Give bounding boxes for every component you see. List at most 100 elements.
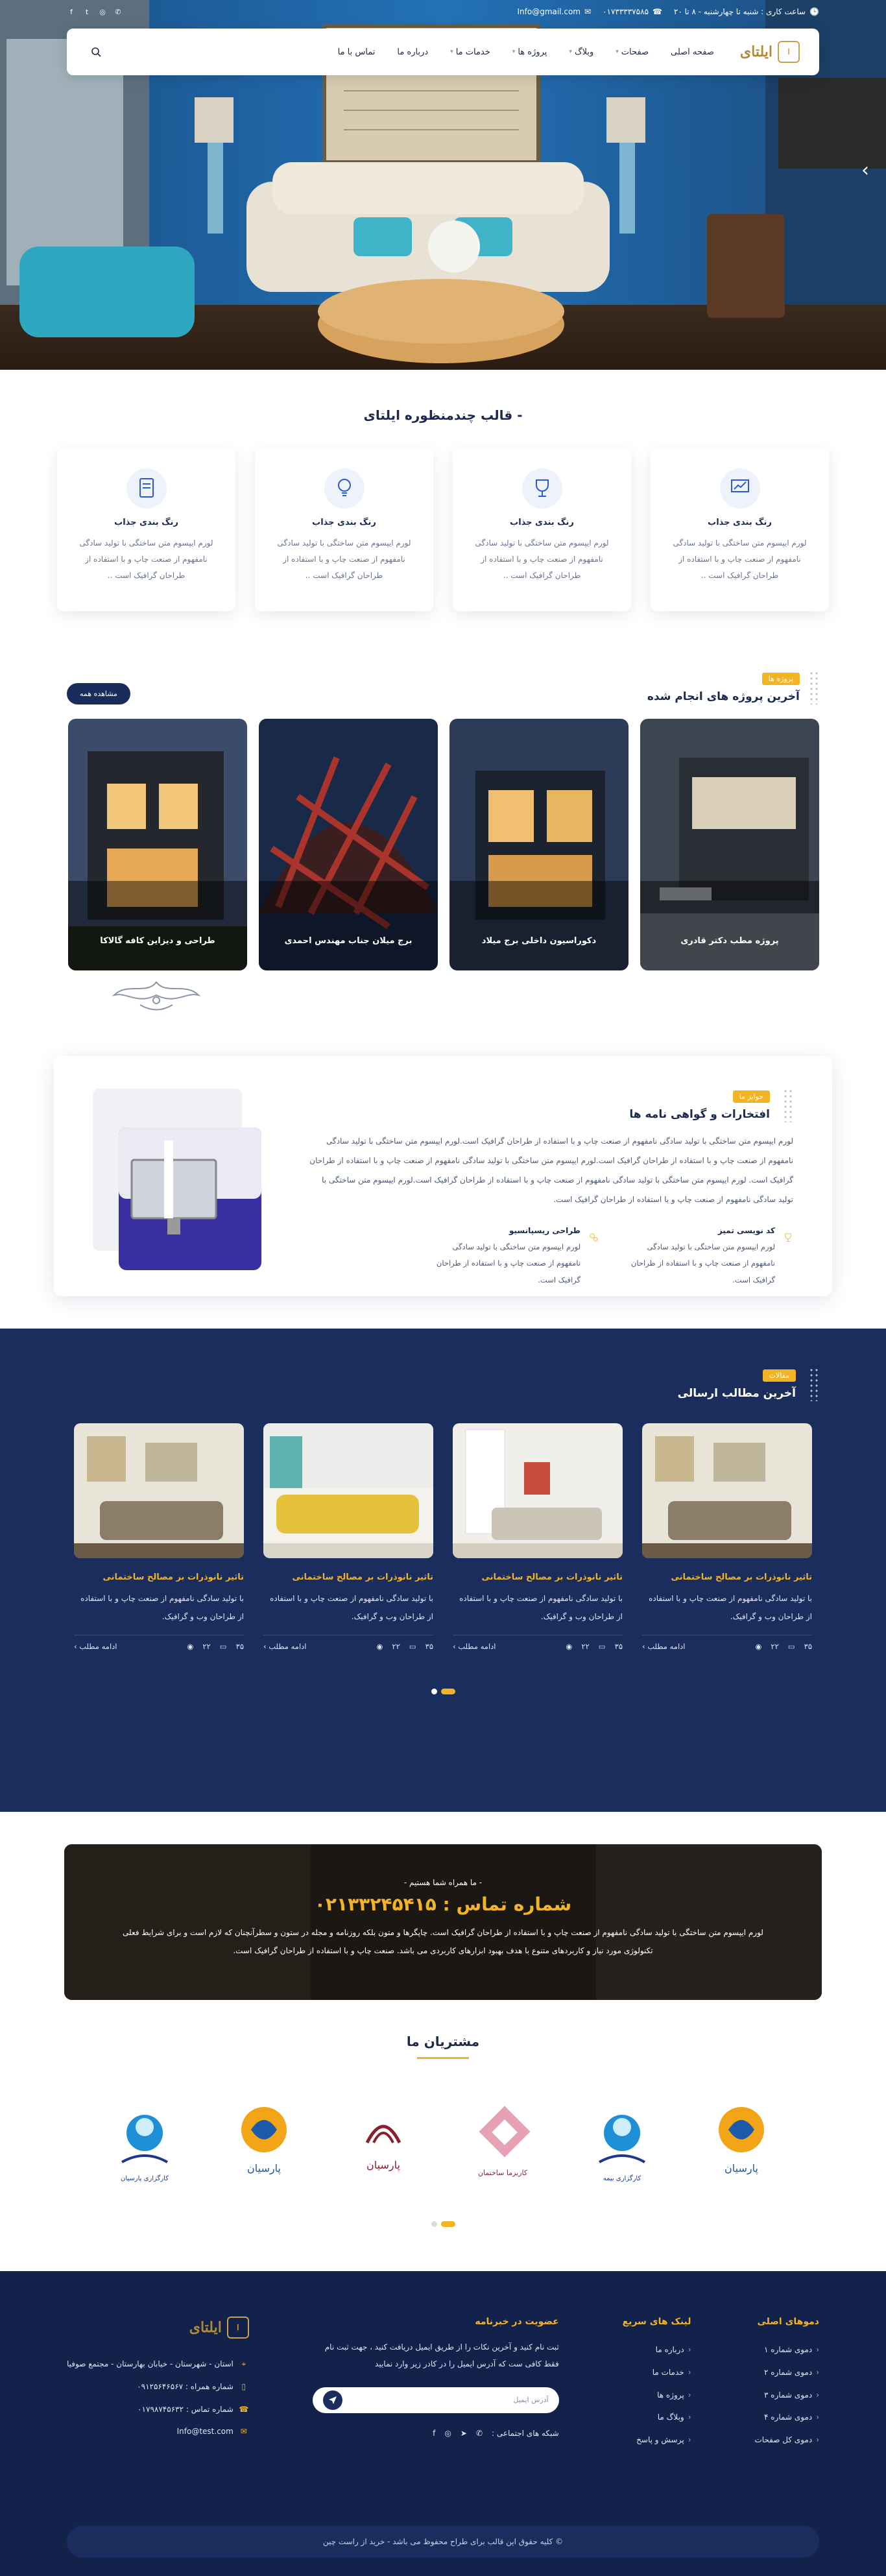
post-title[interactable]: تاثیر نانوذرات بر مصالح ساختمانی bbox=[263, 1572, 433, 1582]
post-thumbnail bbox=[74, 1423, 244, 1558]
read-more-link[interactable]: ادامه مطلب › bbox=[453, 1642, 496, 1651]
whatsapp-icon[interactable]: ✆ bbox=[114, 7, 123, 16]
chevron-down-icon: ▾ bbox=[512, 49, 516, 55]
logo-mark: ا bbox=[778, 41, 800, 63]
blog-post-card[interactable]: تاثیر نانوذرات بر مصالح ساختمانی با تولی… bbox=[263, 1423, 433, 1651]
feature-text: لورم ایپسوم متن ساختگی با تولید سادگی نا… bbox=[79, 538, 213, 581]
client-logo[interactable]: کاریزما ساختمان bbox=[457, 2101, 548, 2191]
client-logo[interactable]: پارسیان bbox=[338, 2101, 429, 2191]
pager-dot[interactable] bbox=[431, 2221, 437, 2227]
footer-quick-link[interactable]: خدمات ما bbox=[623, 2361, 691, 2384]
top-bar: 🕒 ساعت کاری : شنبه تا چهارشنبه - ۸ تا ۲۰… bbox=[0, 0, 886, 23]
telegram-icon[interactable]: ➤ bbox=[461, 2429, 467, 2438]
svg-text:پارسیان: پارسیان bbox=[724, 2162, 758, 2175]
footer-demo-link[interactable]: دموی شماره ۲ bbox=[754, 2361, 819, 2384]
read-more-label: ادامه مطلب bbox=[458, 1642, 496, 1652]
footer-demo-link[interactable]: دموی شماره ۳ bbox=[754, 2384, 819, 2407]
instagram-icon[interactable]: ◎ bbox=[98, 7, 107, 16]
search-button[interactable] bbox=[86, 42, 106, 62]
post-excerpt: با تولید سادگی نامفهوم از صنعت چاپ و با … bbox=[270, 1594, 433, 1621]
footer-demo-link[interactable]: دموی شماره ۱ bbox=[754, 2339, 819, 2361]
mail-icon: ✉ bbox=[584, 7, 592, 16]
nav-item[interactable]: وبلاگ ▾ bbox=[569, 47, 593, 57]
instagram-icon[interactable]: ◎ bbox=[444, 2429, 451, 2438]
contact-cta: - ما همراه شما هستیم - شماره تماس : ۰۲۱۳… bbox=[64, 1844, 822, 2000]
cta-phone[interactable]: شماره تماس : ۰۲۱۳۳۲۴۵۴۱۵ bbox=[64, 1894, 822, 1915]
footer-quick-link[interactable]: پروژه ها bbox=[623, 2384, 691, 2407]
mail-icon: ✉ bbox=[240, 2427, 247, 2437]
footer-main-demos-title: دموهای اصلی bbox=[757, 2317, 819, 2327]
svg-text:کارگزاری پارسیان: کارگزاری پارسیان bbox=[121, 2174, 169, 2182]
facebook-icon[interactable]: f bbox=[433, 2429, 435, 2438]
footer-quick-links-title: لینک های سریع bbox=[622, 2317, 691, 2327]
footer-quick-link[interactable]: پرسش و پاسخ bbox=[623, 2429, 691, 2451]
blog-post-card[interactable]: تاثیر نانوذرات بر مصالح ساختمانی با تولی… bbox=[74, 1423, 244, 1651]
title-underline bbox=[417, 2057, 469, 2059]
nav-item-label: وبلاگ bbox=[574, 47, 594, 57]
pager-dot-active[interactable] bbox=[440, 1689, 455, 1695]
project-card[interactable]: طراحی و دیزاین کافه گالاکا bbox=[68, 719, 247, 970]
pager-dot[interactable] bbox=[431, 1689, 437, 1695]
project-card[interactable]: دکوراسیون داخلی برج میلاد bbox=[449, 719, 629, 970]
client-logo[interactable]: پارسیان bbox=[696, 2101, 787, 2191]
pager-dot-active[interactable] bbox=[440, 2221, 455, 2227]
nav-item[interactable]: صفحات ▾ bbox=[616, 47, 649, 57]
link-label: دموی شماره ۱ bbox=[764, 2345, 813, 2354]
nav-item[interactable]: درباره ما bbox=[397, 47, 428, 57]
chevron-down-icon: ▾ bbox=[569, 49, 572, 55]
blog-post-card[interactable]: تاثیر نانوذرات بر مصالح ساختمانی با تولی… bbox=[642, 1423, 812, 1651]
project-card[interactable]: پروژه مطب دکتر قادری bbox=[640, 719, 819, 970]
feature-text: لورم ایپسوم متن ساختگی با تولید سادگی نا… bbox=[475, 538, 609, 581]
footer-phone[interactable]: شماره تماس : ۰۱۷۹۸۷۴۵۶۳۲ bbox=[138, 2398, 233, 2421]
newsletter-submit-button[interactable] bbox=[322, 2390, 342, 2410]
footer-mobile[interactable]: شماره همراه : ۰۹۱۲۵۶۴۶۵۶۷ bbox=[137, 2376, 233, 2398]
post-views: ۲۲ bbox=[202, 1642, 211, 1652]
footer-demo-link[interactable]: دموی کل صفحات bbox=[754, 2429, 819, 2451]
hero: 🕒 ساعت کاری : شنبه تا چهارشنبه - ۸ تا ۲۰… bbox=[0, 0, 886, 370]
client-logo[interactable]: کارگزاری پارسیان bbox=[99, 2101, 190, 2191]
link-label: وبلاگ ما bbox=[657, 2413, 684, 2422]
blog-post-card[interactable]: تاثیر نانوذرات بر مصالح ساختمانی با تولی… bbox=[453, 1423, 623, 1651]
facebook-icon[interactable]: f bbox=[67, 7, 76, 16]
read-more-link[interactable]: ادامه مطلب › bbox=[642, 1642, 685, 1651]
twitter-icon[interactable]: t bbox=[82, 7, 91, 16]
document-icon bbox=[126, 468, 167, 509]
footer-main-demos: دموهای اصلی دموی شماره ۱ دموی شماره ۲ دموی… bbox=[754, 2317, 819, 2451]
dots-decoration bbox=[809, 671, 819, 704]
logo-mark: ا bbox=[226, 2317, 249, 2339]
footer-logo[interactable]: ا ایلتای bbox=[67, 2317, 249, 2339]
footer-quick-link[interactable]: درباره ما bbox=[623, 2339, 691, 2361]
comments-icon: ▭ bbox=[598, 1642, 606, 1652]
nav-item[interactable]: صفحه اصلی bbox=[671, 47, 714, 57]
feature-card: رنگ بندی جذاب لورم ایپسوم متن ساختگی با … bbox=[453, 449, 631, 611]
view-all-button[interactable]: مشاهده همه bbox=[67, 683, 130, 704]
topbar-email[interactable]: ✉ Info@gmail.com bbox=[518, 7, 592, 16]
client-logo[interactable]: پارسیان bbox=[219, 2101, 309, 2191]
footer-demo-link[interactable]: دموی شماره ۴ bbox=[754, 2406, 819, 2429]
read-more-link[interactable]: ادامه مطلب › bbox=[263, 1642, 306, 1651]
project-card[interactable]: برج میلان جناب مهندس احمدی bbox=[259, 719, 438, 970]
nav-item[interactable]: پروژه ها ▾ bbox=[512, 47, 547, 57]
site-logo[interactable]: ا ایلتای bbox=[740, 41, 800, 63]
footer-quick-link[interactable]: وبلاگ ما bbox=[623, 2406, 691, 2429]
client-logo[interactable]: کارگزاری بیمه bbox=[577, 2101, 667, 2191]
post-title[interactable]: تاثیر نانوذرات بر مصالح ساختمانی bbox=[642, 1572, 812, 1582]
feature-title: رنگ بندی جذاب bbox=[510, 518, 574, 527]
post-title[interactable]: تاثیر نانوذرات بر مصالح ساختمانی bbox=[453, 1572, 623, 1582]
project-image bbox=[449, 719, 629, 970]
nav-item-label: تماس با ما bbox=[337, 47, 376, 57]
whatsapp-icon[interactable]: ✆ bbox=[476, 2429, 483, 2438]
read-more-link[interactable]: ادامه مطلب › bbox=[74, 1642, 117, 1651]
mobile-icon: ▯ bbox=[241, 2381, 246, 2391]
nav-item[interactable]: خدمات ما ▾ bbox=[450, 47, 490, 57]
newsletter-email-input[interactable]: آدرس ایمیل bbox=[513, 2396, 548, 2404]
post-title[interactable]: تاثیر نانوذرات بر مصالح ساختمانی bbox=[74, 1572, 244, 1582]
footer-email[interactable]: Info@test.com bbox=[177, 2420, 233, 2443]
slider-next-arrow[interactable]: › bbox=[861, 159, 869, 182]
topbar-phone[interactable]: ☎ ۰۱۷۳۳۳۳۷۵۸۵ bbox=[603, 7, 662, 16]
post-comments: ۳۵ bbox=[804, 1642, 812, 1652]
footer-contact: ا ایلتای ⌖ استان - شهرستان - خیابان بهارس… bbox=[67, 2317, 249, 2451]
views-icon: ◉ bbox=[566, 1642, 573, 1652]
nav-item[interactable]: تماس با ما bbox=[338, 47, 376, 57]
footer: دموهای اصلی دموی شماره ۱ دموی شماره ۲ دموی… bbox=[0, 2271, 886, 2576]
